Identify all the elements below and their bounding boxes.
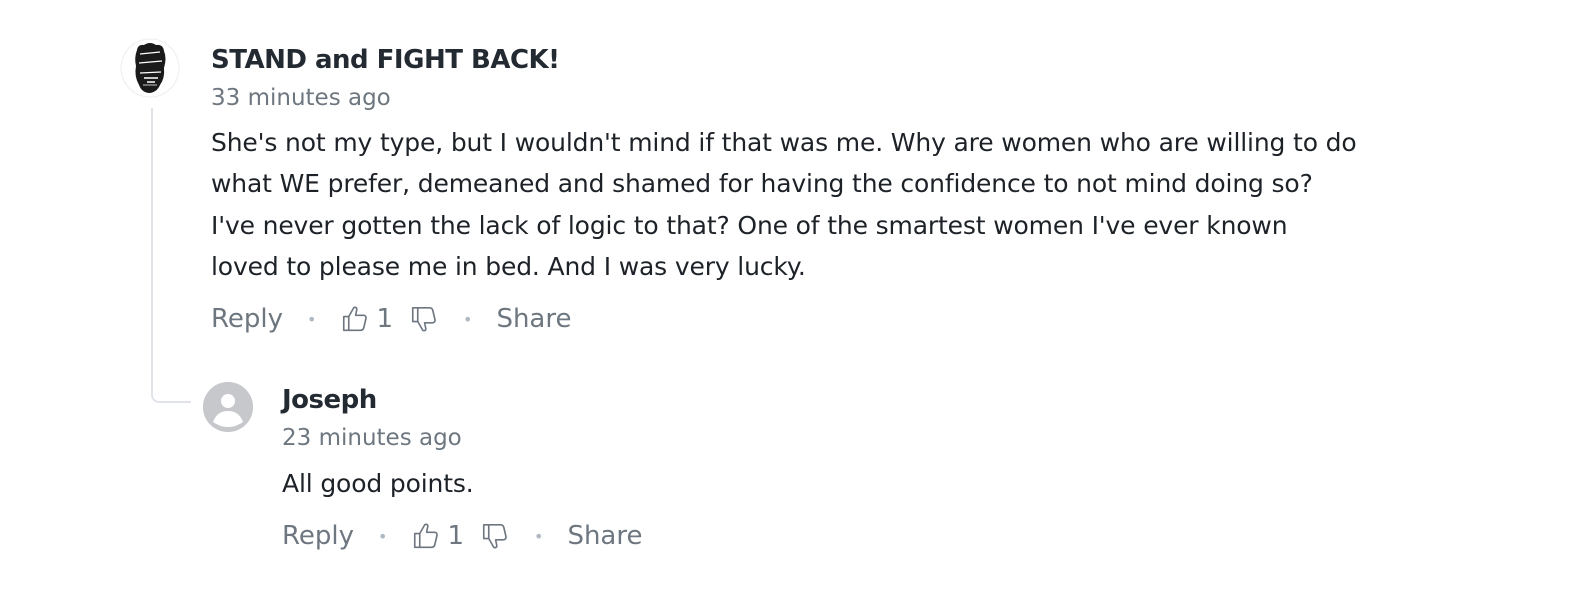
separator-dot: • [307,309,317,329]
comment-username[interactable]: Joseph [282,382,1182,418]
comment-timestamp: 23 minutes ago [282,425,462,451]
avatar[interactable] [203,382,253,432]
comment-body: Joseph 23 minutes ago All good points. R… [282,382,1182,556]
like-button[interactable]: 1 [340,304,393,334]
comment-actions: Reply • 1 • Share [211,299,1361,339]
share-button[interactable]: Share [567,521,642,551]
reply-button[interactable]: Reply [282,521,354,551]
thumbs-up-icon [343,306,368,332]
dislike-button[interactable] [480,521,510,551]
separator-dot: • [534,526,544,546]
comment-body: STAND and FIGHT BACK! 33 minutes ago She… [211,42,1361,339]
thread-connector-line [151,108,191,403]
like-count: 1 [376,304,393,335]
separator-dot: • [378,526,388,546]
thumbs-down-icon [482,524,507,549]
like-count: 1 [447,521,464,552]
comment-username[interactable]: STAND and FIGHT BACK! [211,42,1361,78]
reply-button[interactable]: Reply [211,304,283,334]
comment-timestamp: 33 minutes ago [211,85,391,111]
fist-logo-icon [120,38,180,98]
avatar[interactable] [120,38,180,98]
thumbs-down-icon [411,307,436,332]
share-button[interactable]: Share [496,304,571,334]
comment-text: She's not my type, but I wouldn't mind i… [211,128,1357,281]
user-silhouette-icon [203,382,253,432]
like-button[interactable]: 1 [411,521,464,551]
comment-text: All good points. [282,469,474,498]
thumbs-up-icon [414,523,439,549]
dislike-button[interactable] [409,304,439,334]
separator-dot: • [463,309,473,329]
comment-actions: Reply • 1 • Share [282,516,1182,556]
